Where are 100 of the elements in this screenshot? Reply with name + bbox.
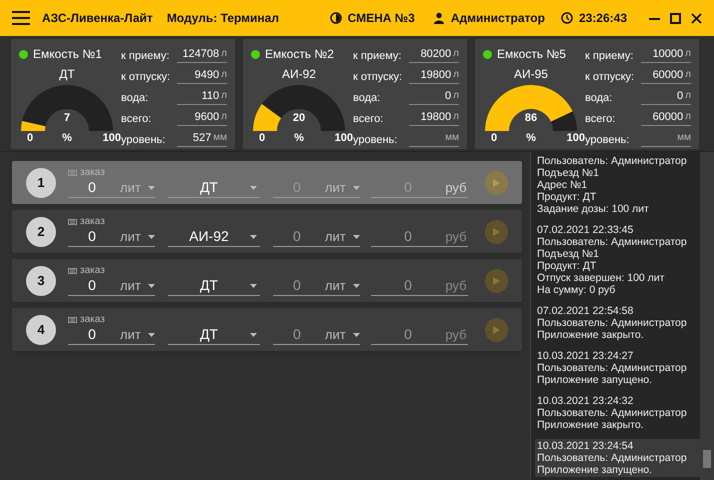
value-field: 527 мм	[177, 129, 227, 147]
field-label: вода:	[585, 91, 612, 105]
start-button[interactable]	[484, 170, 508, 194]
dropdown-caret-icon	[148, 234, 155, 238]
play-icon	[492, 228, 500, 236]
order-quantity-field[interactable]: 0 лит	[68, 178, 155, 198]
field-label: к отпуску:	[121, 70, 170, 84]
log-line: 10.03.2021 23:24:32	[537, 395, 634, 407]
log-entry[interactable]: 10.03.2021 23:24:54 Пользователь: Администратор Приложение запущено.	[535, 439, 700, 477]
log-entry[interactable]: 07.02.2021 22:54:58 Пользователь: Администратор Приложение закрыто.	[535, 304, 700, 342]
field-label: к приему:	[121, 49, 170, 63]
play-icon	[492, 178, 500, 186]
dispenser-row[interactable]: 2 заказ 0 лит АИ-92 0 лит 0 руб	[12, 210, 522, 253]
field-label: всего:	[121, 112, 152, 126]
field-label: всего:	[585, 112, 616, 126]
value-field: 110 л	[177, 87, 227, 105]
fuel-product: АИ-92	[282, 66, 316, 83]
log-line: Продукт: ДТ	[537, 191, 598, 203]
sum-field[interactable]: 0 руб	[370, 276, 468, 296]
log-line: Приложение запущено.	[537, 374, 654, 386]
fuel-select[interactable]: ДТ	[168, 325, 260, 345]
user-name: Администратор	[450, 10, 545, 27]
value-field: 10000 л	[641, 45, 691, 63]
fuel-select[interactable]: ДТ	[168, 276, 260, 296]
log-line: Пользователь: Администратор	[537, 362, 688, 374]
shift-label: СМЕНА №3	[348, 10, 415, 27]
percent-unit: %	[293, 132, 305, 144]
dropdown-caret-icon	[352, 332, 360, 336]
tank-name: Емкость №1	[33, 46, 102, 63]
log-line: 10.03.2021 23:24:27	[537, 350, 634, 362]
value-field: 19800 л	[409, 66, 459, 84]
log-line: Адрес №1	[537, 179, 588, 191]
scrollbar[interactable]	[700, 152, 714, 480]
log-entry[interactable]: 10.03.2021 23:24:32 Пользователь: Администратор Приложение закрыто.	[535, 394, 700, 432]
play-icon	[492, 326, 500, 334]
field-label: вода:	[121, 91, 148, 105]
value-field: 9600 л	[177, 108, 227, 126]
field-label: всего:	[353, 112, 384, 126]
log-entry[interactable]: 07.02.2021 22:33:45 Пользователь: Администратор Подъезд №1 Продукт: ДТ Отпуск завершен: 100 лит На сумму: 0 руб	[535, 223, 700, 297]
log-line: Подъезд №1	[537, 167, 600, 179]
fuel-select[interactable]: ДТ	[168, 178, 260, 198]
tank-name: Емкость №2	[265, 46, 334, 63]
field-label: к отпуску:	[353, 70, 402, 84]
menu-icon[interactable]	[12, 11, 30, 25]
log-line: 10.03.2021 23:24:54	[537, 440, 634, 452]
clock-icon	[560, 12, 573, 24]
dispenser-row[interactable]: 4 заказ 0 лит ДТ 0 лит 0 руб	[12, 308, 522, 351]
start-button[interactable]	[484, 220, 508, 244]
start-button[interactable]	[484, 318, 508, 342]
gauge-max: 100	[102, 132, 121, 144]
fuel-select[interactable]: АИ-92	[168, 227, 260, 247]
dropdown-caret-icon	[352, 186, 360, 190]
liters-field[interactable]: 0 лит	[272, 227, 360, 247]
fuel-product: АИ-95	[514, 66, 548, 83]
start-button[interactable]	[484, 268, 508, 292]
fuel-product: ДТ	[59, 66, 75, 83]
keyboard-icon	[68, 218, 77, 224]
field-label: уровень:	[585, 133, 630, 147]
order-quantity-field[interactable]: 0 лит	[68, 276, 155, 296]
order-quantity-field[interactable]: 0 лит	[68, 325, 155, 345]
gauge-min: 0	[27, 132, 34, 144]
order-label: заказ	[80, 167, 105, 178]
log-line: Пользователь: Администратор	[537, 452, 688, 464]
app-title: АЗС-Ливенка-Лайт	[42, 10, 153, 27]
log-line: Продукт: ДТ	[537, 260, 598, 272]
log-line: Приложение закрыто.	[537, 419, 645, 431]
log-line: Приложение закрыто.	[537, 329, 645, 341]
order-label: заказ	[80, 314, 105, 325]
gauge-max: 100	[334, 132, 353, 144]
order-quantity-field[interactable]: 0 лит	[68, 227, 155, 247]
field-label: уровень:	[353, 133, 398, 147]
gauge-percent: 7	[62, 112, 72, 124]
dispenser-row[interactable]: 3 заказ 0 лит ДТ 0 лит 0 руб	[12, 259, 522, 302]
dropdown-caret-icon	[148, 186, 155, 190]
percent-unit: %	[525, 132, 537, 144]
keyboard-icon	[68, 268, 77, 274]
log-line: 07.02.2021 22:54:58	[537, 305, 634, 317]
maximize-icon[interactable]	[670, 12, 681, 24]
order-label: заказ	[80, 265, 105, 276]
field-label: вода:	[353, 91, 380, 105]
log-line: Задание дозы: 100 лит	[537, 203, 650, 215]
log-entry[interactable]: Пользователь: Администратор Подъезд №1 Адрес №1 Продукт: ДТ Задание дозы: 100 лит	[535, 154, 700, 216]
value-field: 19800 л	[409, 108, 459, 126]
log-line: 07.02.2021 22:33:45	[537, 224, 634, 236]
sum-field[interactable]: 0 руб	[370, 325, 468, 345]
log-line: Пользователь: Администратор	[537, 236, 688, 248]
log-line: Пользователь: Администратор	[537, 407, 688, 419]
dispenser-number: 1	[26, 168, 56, 198]
liters-field[interactable]: 0 лит	[272, 325, 360, 345]
value-field: 0 л	[409, 87, 459, 105]
close-icon[interactable]	[691, 12, 702, 24]
dropdown-caret-icon	[148, 332, 155, 336]
half-circle-icon	[330, 12, 342, 24]
liters-field[interactable]: 0 лит	[272, 276, 360, 296]
log-line: Приложение запущено.	[537, 464, 654, 476]
dropdown-caret-icon	[250, 332, 257, 336]
log-line: Пользователь: Администратор	[537, 317, 688, 329]
field-label: к приему:	[585, 49, 634, 63]
sum-field[interactable]: 0 руб	[370, 227, 468, 247]
log-entry[interactable]: 10.03.2021 23:24:27 Пользователь: Администратор Приложение запущено.	[535, 349, 700, 387]
